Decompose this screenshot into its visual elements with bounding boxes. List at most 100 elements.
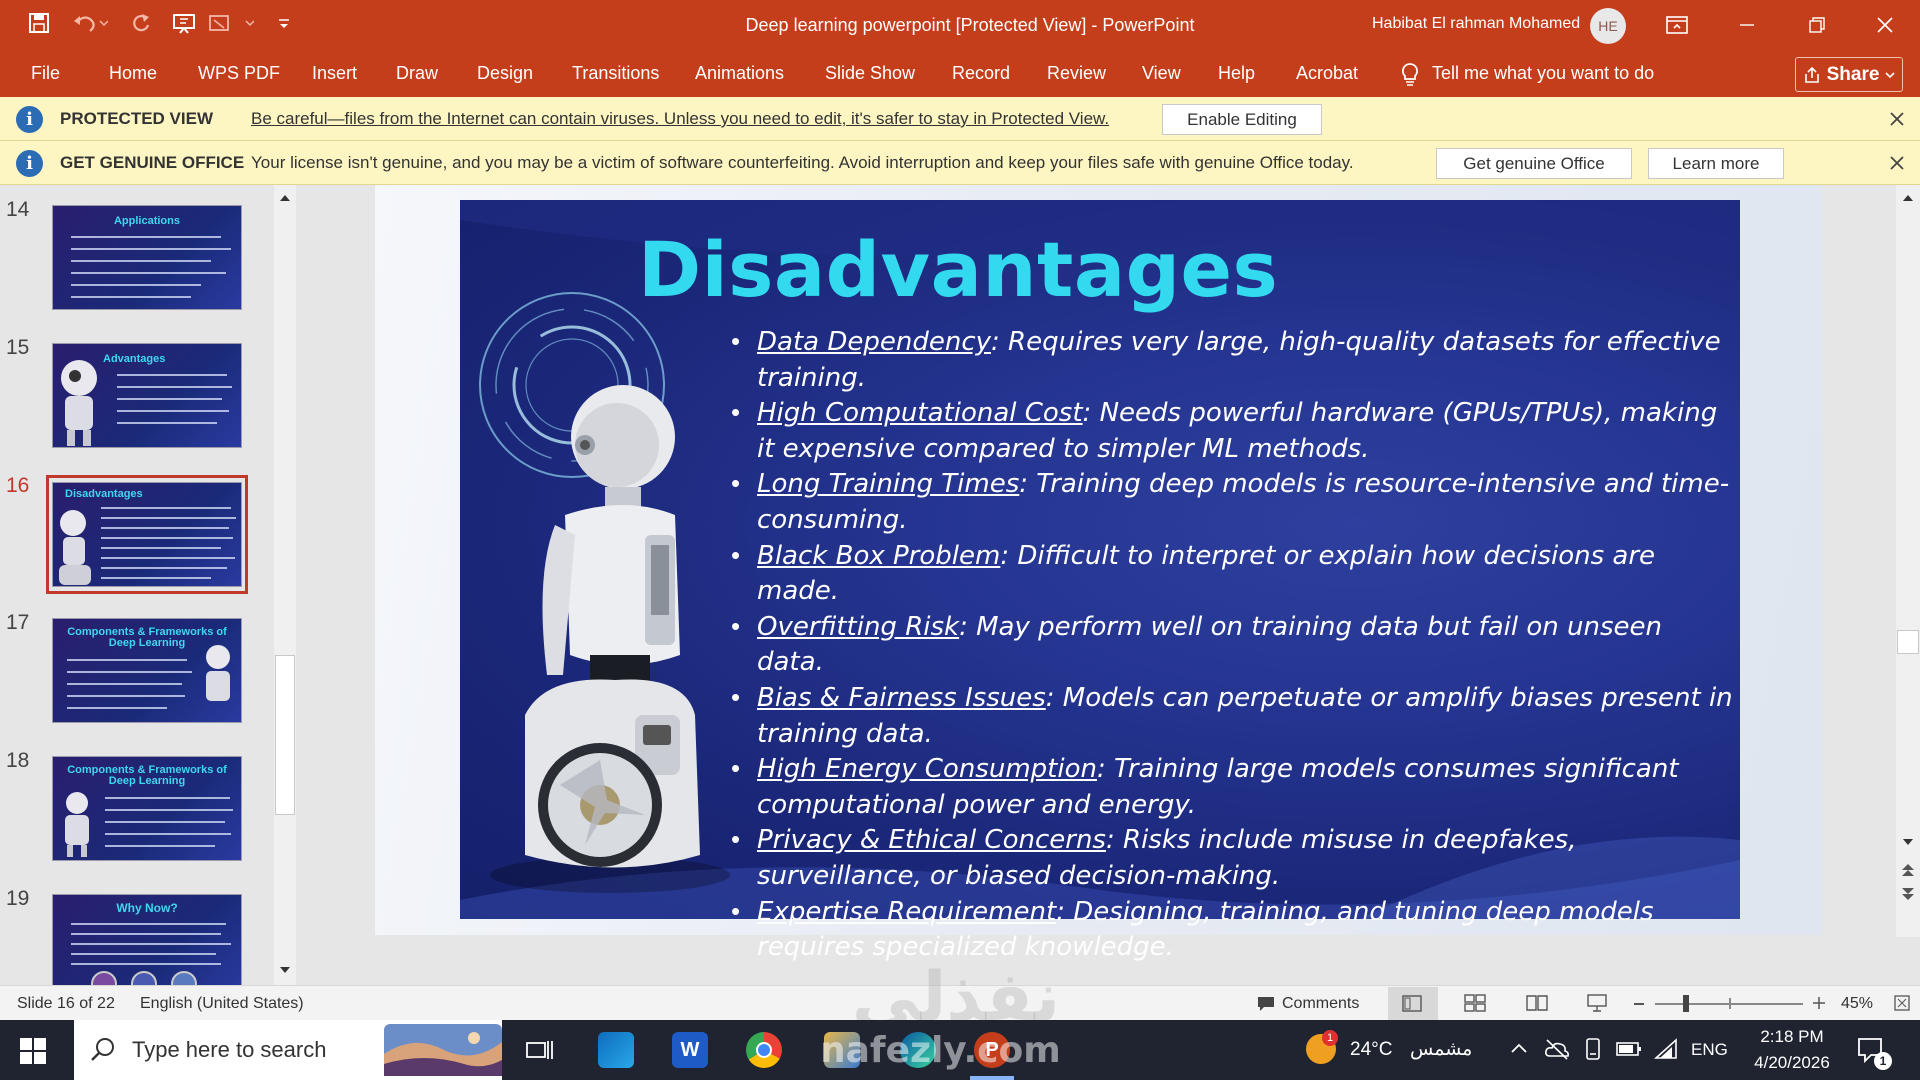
get-genuine-office-button[interactable]: Get genuine Office	[1436, 148, 1632, 179]
weather-temperature[interactable]: 24°C	[1350, 1020, 1392, 1080]
undo-icon[interactable]	[72, 12, 108, 34]
tab-view[interactable]: View	[1142, 50, 1181, 97]
onedrive-offline-icon[interactable]	[1544, 1038, 1570, 1060]
slide-title[interactable]: Disadvantages	[638, 225, 1278, 314]
taskbar-search-input[interactable]: Type here to search	[74, 1020, 502, 1080]
word-icon[interactable]: W	[672, 1032, 708, 1068]
clock-date: 4/20/2026	[1754, 1053, 1830, 1072]
protected-view-message-link[interactable]: Be careful—files from the Internet can c…	[251, 97, 1109, 141]
chrome-icon[interactable]	[746, 1032, 782, 1068]
bullet-item: Long Training Times: Training deep model…	[731, 467, 1735, 538]
close-icon[interactable]	[1886, 108, 1908, 130]
wifi-icon[interactable]	[1654, 1038, 1678, 1060]
close-window-icon[interactable]	[1850, 0, 1920, 50]
tab-draw[interactable]: Draw	[396, 50, 438, 97]
tab-slide-show[interactable]: Slide Show	[825, 50, 915, 97]
share-button[interactable]: Share	[1795, 57, 1903, 92]
slide-counter[interactable]: Slide 16 of 22	[17, 986, 115, 1021]
tab-insert[interactable]: Insert	[312, 50, 357, 97]
tab-file[interactable]: File	[31, 50, 60, 97]
battery-icon[interactable]	[1616, 1041, 1642, 1057]
thumbnail-slide-19[interactable]: Why Now?	[52, 894, 242, 985]
clock[interactable]: 2:18 PM 4/20/2026	[1752, 1024, 1832, 1076]
ribbon-display-options-icon[interactable]	[1642, 0, 1712, 50]
input-language[interactable]: ENG	[1691, 1020, 1728, 1080]
share-icon	[1803, 66, 1821, 84]
comments-button[interactable]: Comments	[1256, 986, 1359, 1021]
protected-view-bar: i PROTECTED VIEW Be careful—files from t…	[0, 97, 1920, 141]
scroll-down-icon[interactable]	[274, 959, 296, 981]
slide-show-icon[interactable]	[1586, 994, 1608, 1012]
task-view-icon[interactable]	[526, 1038, 554, 1062]
zoom-slider-thumb[interactable]	[1683, 995, 1689, 1012]
outlook-icon[interactable]	[598, 1032, 634, 1068]
customize-quick-access-icon[interactable]	[278, 12, 290, 34]
slide-thumbnails-pane: 14 Applications 15 Advantages 16 Disadva…	[0, 185, 300, 985]
thumbnail-title: Why Now?	[116, 901, 178, 915]
bullet-term: Bias & Fairness Issues	[757, 682, 1046, 713]
tab-transitions[interactable]: Transitions	[572, 50, 659, 97]
tell-me-search[interactable]: Tell me what you want to do	[1400, 50, 1654, 97]
chevron-down-icon	[1885, 71, 1895, 79]
touch-mode-icon[interactable]	[208, 12, 254, 34]
windows-start-icon[interactable]	[20, 1038, 46, 1064]
thumbnail-title: Advantages	[103, 353, 166, 365]
thumbnail-slide-15[interactable]: Advantages	[52, 343, 242, 448]
thumbnail-scrollbar[interactable]	[274, 185, 296, 985]
tab-acrobat[interactable]: Acrobat	[1296, 50, 1358, 97]
user-name[interactable]: Habibat El rahman Mohamed	[1372, 15, 1580, 33]
thumbnail-slide-16[interactable]: Disadvantages	[52, 482, 242, 587]
bullet-item: Bias & Fairness Issues: Models can perpe…	[731, 681, 1735, 752]
robot-image	[65, 792, 89, 857]
windows-taskbar: Type here to search W P nafezly.com 1 24…	[0, 1020, 1920, 1080]
slide-scrollbar[interactable]	[1896, 185, 1920, 937]
enable-editing-button[interactable]: Enable Editing	[1162, 104, 1322, 135]
avatar[interactable]: HE	[1590, 8, 1626, 44]
redo-icon[interactable]	[130, 12, 152, 34]
weather-condition[interactable]: مشمس	[1410, 1020, 1472, 1080]
zoom-level[interactable]: 45%	[1841, 986, 1873, 1021]
fit-to-window-icon[interactable]	[1894, 995, 1910, 1011]
tab-record[interactable]: Record	[952, 50, 1010, 97]
bullet-term: Overfitting Risk	[757, 611, 960, 642]
tab-wps-pdf[interactable]: WPS PDF	[198, 50, 280, 97]
restore-icon[interactable]	[1782, 0, 1852, 50]
zoom-in-icon[interactable]	[1812, 996, 1826, 1010]
title-bar: Deep learning powerpoint [Protected View…	[0, 0, 1920, 50]
previous-slide-icon[interactable]	[1897, 859, 1919, 881]
thumbnail-scrollbar-thumb[interactable]	[275, 655, 295, 815]
tab-review[interactable]: Review	[1047, 50, 1106, 97]
thumbnail-slide-17[interactable]: Components & Frameworks of Deep Learning	[52, 618, 242, 723]
close-icon[interactable]	[1886, 152, 1908, 174]
normal-view-button[interactable]	[1388, 987, 1438, 1020]
next-slide-icon[interactable]	[1897, 883, 1919, 905]
reading-view-icon[interactable]	[1526, 994, 1548, 1012]
language-indicator[interactable]: English (United States)	[140, 986, 304, 1021]
tab-animations[interactable]: Animations	[695, 50, 784, 97]
tab-design[interactable]: Design	[477, 50, 533, 97]
scroll-up-icon[interactable]	[274, 187, 296, 209]
minimize-icon[interactable]	[1712, 0, 1782, 50]
thumbnail-slide-14[interactable]: Applications	[52, 205, 242, 310]
slide-sorter-icon[interactable]	[1464, 994, 1486, 1012]
device-icon[interactable]	[1584, 1038, 1602, 1060]
scroll-down-icon[interactable]	[1897, 831, 1919, 853]
start-from-beginning-icon[interactable]	[172, 12, 198, 34]
bullet-term: Expertise Requirement	[757, 896, 1057, 927]
bullet-item: Expertise Requirement: Designing, traini…	[731, 895, 1735, 966]
search-icon	[90, 1036, 116, 1062]
robot-image	[490, 385, 730, 893]
zoom-out-icon[interactable]	[1634, 1003, 1644, 1005]
scroll-up-icon[interactable]	[1897, 187, 1919, 209]
tab-help[interactable]: Help	[1218, 50, 1255, 97]
thumbnail-slide-18[interactable]: Components & Frameworks of Deep Learning	[52, 756, 242, 861]
bullet-item: Overfitting Risk: May perform well on tr…	[731, 610, 1735, 681]
thumbnail-title: Applications	[113, 215, 180, 227]
show-hidden-icons-icon[interactable]	[1510, 1042, 1528, 1054]
save-icon[interactable]	[28, 12, 50, 34]
tab-home[interactable]: Home	[109, 50, 157, 97]
slide-scrollbar-thumb[interactable]	[1897, 630, 1919, 654]
robot-image	[61, 360, 97, 446]
slide-bullet-list[interactable]: Data Dependency: Requires very large, hi…	[731, 325, 1735, 966]
learn-more-button[interactable]: Learn more	[1648, 148, 1784, 179]
